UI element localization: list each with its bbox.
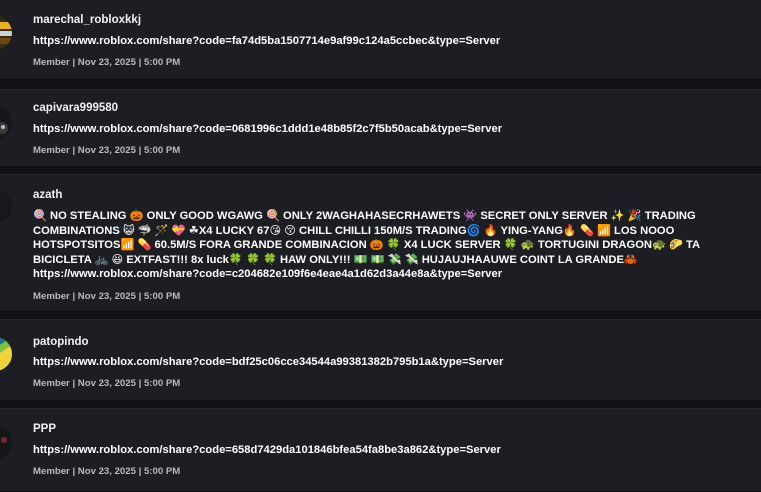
post-card[interactable]: marechal_robloxkkj https://www.roblox.co… (0, 0, 761, 80)
post-meta: Member | Nov 23, 2025 | 5:00 PM (33, 466, 181, 477)
author-name[interactable]: azath (33, 188, 62, 202)
message-link[interactable]: https://www.roblox.com/share?code=fa74d5… (33, 34, 761, 49)
avatar[interactable] (0, 189, 12, 223)
message-text-line: HOTSPOTSITOS📶 💊 60.5M/S FORA GRANDE COMB… (33, 239, 701, 251)
post-card[interactable]: azath 🍭 NO STEALING 🎃 ONLY GOOD WGAWG 🍭 … (0, 174, 761, 312)
post-card[interactable]: patopindo https://www.roblox.com/share?c… (0, 319, 761, 401)
avatar[interactable] (0, 16, 12, 50)
author-name[interactable]: marechal_robloxkkj (33, 13, 141, 27)
avatar-image-icon (0, 189, 12, 223)
avatar-image-icon (0, 426, 12, 460)
post-card[interactable]: capivara999580 https://www.roblox.com/sh… (0, 89, 761, 167)
author-name[interactable]: PPP (33, 422, 56, 436)
post-meta: Member | Nov 23, 2025 | 5:00 PM (33, 291, 181, 302)
avatar-image-icon (0, 337, 12, 371)
message-link[interactable]: https://www.roblox.com/share?code=bdf25c… (33, 355, 761, 370)
message-link[interactable]: https://www.roblox.com/share?code=658d74… (33, 443, 761, 458)
message-text-line: 🍭 NO STEALING 🎃 ONLY GOOD WGAWG 🍭 ONLY 2… (33, 210, 696, 222)
avatar[interactable] (0, 106, 12, 140)
avatar-image-icon (0, 106, 12, 140)
post-feed: marechal_robloxkkj https://www.roblox.co… (0, 0, 761, 492)
avatar[interactable] (0, 426, 12, 460)
message-link[interactable]: https://www.roblox.com/share?code=068199… (33, 122, 761, 137)
post-meta: Member | Nov 23, 2025 | 5:00 PM (33, 145, 181, 156)
message-text-line: BICICLETA 🚲 😆 EXTFAST!!! 8x luck🍀 🍀 🍀 HA… (33, 253, 638, 266)
author-name[interactable]: patopindo (33, 335, 89, 349)
avatar[interactable] (0, 337, 12, 371)
message-text-line: COMBINATIONS 😺 🦈 🪄 💝 ☘X4 LUCKY 67😘 😚 CHI… (33, 224, 675, 237)
message-link[interactable]: https://www.roblox.com/share?code=c20468… (33, 267, 761, 282)
avatar-image-icon (0, 16, 12, 50)
post-card[interactable]: PPP https://www.roblox.com/share?code=65… (0, 408, 761, 492)
post-meta: Member | Nov 23, 2025 | 5:00 PM (33, 57, 181, 68)
post-meta: Member | Nov 23, 2025 | 5:00 PM (33, 378, 181, 389)
author-name[interactable]: capivara999580 (33, 101, 118, 115)
